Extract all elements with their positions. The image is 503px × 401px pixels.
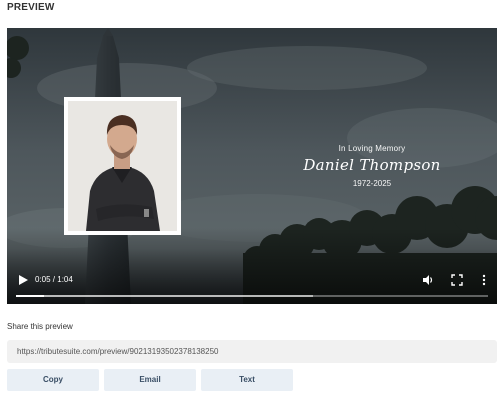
share-label: Share this preview <box>7 322 73 331</box>
memorial-name: Daniel Thompson <box>303 156 441 174</box>
progress-played <box>16 295 45 297</box>
share-url-field[interactable] <box>7 340 497 363</box>
text-button[interactable]: Text <box>201 369 293 391</box>
progress-buffered <box>16 295 314 297</box>
portrait-photo <box>64 97 181 235</box>
memorial-text-overlay: In Loving Memory Daniel Thompson 1972-20… <box>277 144 467 188</box>
copy-button[interactable]: Copy <box>7 369 99 391</box>
email-button[interactable]: Email <box>104 369 196 391</box>
preview-heading: PREVIEW <box>7 2 55 13</box>
progress-track[interactable] <box>16 295 488 297</box>
more-options-icon[interactable] <box>478 274 490 286</box>
memorial-years: 1972-2025 <box>352 179 392 188</box>
fullscreen-icon[interactable] <box>451 274 463 286</box>
video-controls: 0:05 / 1:04 <box>7 268 497 304</box>
video-player[interactable]: In Loving Memory Daniel Thompson 1972-20… <box>7 28 497 304</box>
time-display: 0:05 / 1:04 <box>35 275 73 284</box>
memorial-line: In Loving Memory <box>338 144 406 153</box>
play-icon[interactable] <box>17 274 29 286</box>
volume-icon[interactable] <box>422 274 434 286</box>
